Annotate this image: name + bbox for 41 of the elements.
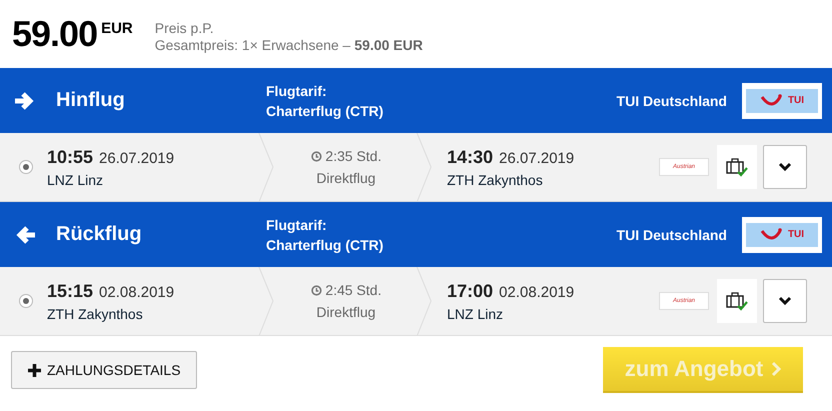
plus-icon — [28, 364, 41, 376]
arrival-date: 02.08.2019 — [499, 284, 574, 300]
chevron-icon — [778, 296, 792, 306]
expand-button[interactable] — [763, 145, 807, 189]
chevron-right-icon — [771, 361, 782, 377]
stops-label: Direktflug — [315, 303, 377, 322]
expand-button[interactable] — [763, 279, 807, 323]
operator-logo: TUI — [742, 216, 822, 252]
arrival-airport: ZTH Zakynthos — [447, 172, 544, 188]
radio-button[interactable] — [19, 294, 33, 308]
operator-logo: TUI — [742, 82, 822, 118]
fare-label: Flugtarif: — [266, 216, 328, 234]
departure-airport: ZTH Zakynthos — [47, 306, 144, 322]
arrival-airport: LNZ Linz — [447, 306, 504, 322]
fare-label: Flugtarif: — [266, 82, 328, 100]
fare-type: Charterflug (CTR) — [266, 102, 384, 120]
departure-date: 26.07.2019 — [99, 150, 174, 166]
departure-time: 15:15 — [47, 280, 94, 300]
departure-date: 02.08.2019 — [99, 284, 174, 300]
departure-airport: LNZ Linz — [47, 172, 104, 188]
chevron-icon — [778, 162, 792, 172]
flight-duration: 2:35 Std. — [325, 148, 382, 164]
operator-name: TUI Deutschland — [616, 92, 727, 108]
operator-name: TUI Deutschland — [616, 226, 727, 242]
arrival-time: 17:00 — [447, 280, 494, 300]
currency-label: EUR — [101, 20, 133, 37]
radio-button[interactable] — [19, 160, 33, 174]
arrival-date: 26.07.2019 — [499, 150, 574, 166]
departure-time: 10:55 — [47, 146, 94, 166]
clock-icon — [310, 285, 322, 296]
payment-details-button[interactable]: ZAHLUNGSDETAILS — [11, 351, 197, 389]
price-amount: 59.00 — [12, 16, 98, 52]
stops-label: Direktflug — [315, 169, 377, 188]
per-person-label: Preis p.P. — [154, 20, 215, 37]
clock-icon — [310, 151, 322, 162]
total-price-text: Gesamtpreis: 1× Erwachsene – 59.00 EUR — [154, 37, 423, 54]
arrival-time: 14:30 — [447, 146, 494, 166]
flight-duration: 2:45 Std. — [325, 282, 382, 298]
leg-title: Rückflug — [56, 223, 143, 246]
fare-type: Charterflug (CTR) — [266, 236, 384, 254]
leg-title: Hinflug — [56, 89, 126, 112]
